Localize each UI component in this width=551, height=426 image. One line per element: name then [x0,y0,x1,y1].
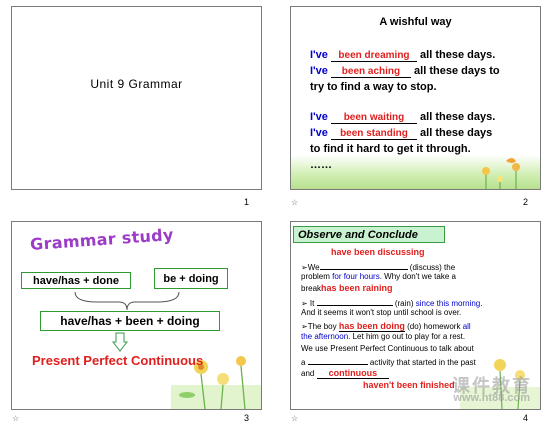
conclusion-line-1: We use Present Perfect Continuous to tal… [301,344,474,353]
poem-line-4: I've been waiting all these days. [310,111,496,124]
poem-line-2: I've been aching all these days to [310,65,500,78]
star-marker-2: ☆ [291,198,299,207]
slide-1-title: Unit 9 Grammar [90,77,183,91]
formula-box-perfect: have/has + done [21,272,131,289]
poem-line-1: I've been dreaming all these days. [310,49,496,62]
star-marker-3: ☆ [12,414,20,423]
watermark-url: www.ht88.com [453,392,530,404]
poem-line-3: try to find a way to stop. [310,81,437,93]
formula-box-combined: have/has + been + doing [40,311,220,331]
slide-1[interactable]: Unit 9 Grammar [11,6,262,190]
star-marker-4: ☆ [291,414,299,423]
slide-4-header: Observe and Conclude [293,226,445,243]
question-2-line-2: And it seems it won't stop until school … [301,308,462,317]
slide-4[interactable]: 课件教育 www.ht88.com Observe and Conclude h… [290,221,541,410]
down-arrow-icon [112,332,128,352]
tense-name: Present Perfect Continuous [32,353,204,368]
flower-decoration [482,158,520,189]
answer-blank: been waiting [330,112,417,124]
poem-line-6: to find it hard to get it through. [310,143,471,155]
slide-3[interactable]: Grammar study have/has + done be + doing… [11,221,262,410]
page-number-3: 3 [244,413,250,423]
slide-2[interactable]: A wishful way I've been dreaming all the… [290,6,541,190]
answer-blank: been standing [330,128,417,140]
answer-1: have been discussing [331,247,425,257]
poem-line-5: I've been standing all these days [310,127,493,140]
question-3-line-1: ➢The boy has been doing (do) homework al… [301,321,471,332]
answer-blank: been dreaming [330,50,417,62]
answer-5: haven't been finished [363,380,455,390]
question-1-line-3: breakhas been raining [301,283,393,293]
answer-blank: been aching [330,66,411,78]
conclusion-line-2: a activity that started in the past [301,358,476,367]
slide-2-title: A wishful way [379,16,452,28]
page-number-1: 1 [244,197,250,207]
question-1-line-2: problem for four hours. Why don't we tak… [301,272,456,281]
flower-decoration [171,356,261,409]
formula-box-continuous: be + doing [154,268,228,289]
poem-line-7: …… [310,159,332,171]
page-number-2: 2 [523,197,529,207]
question-3-line-2: the afternoon. Let him go out to play fo… [301,332,466,341]
brace-connector [74,291,180,311]
slide-3-title: Grammar study [29,225,175,254]
conclusion-line-3: and continuous [301,368,390,379]
page-number-4: 4 [523,413,529,423]
